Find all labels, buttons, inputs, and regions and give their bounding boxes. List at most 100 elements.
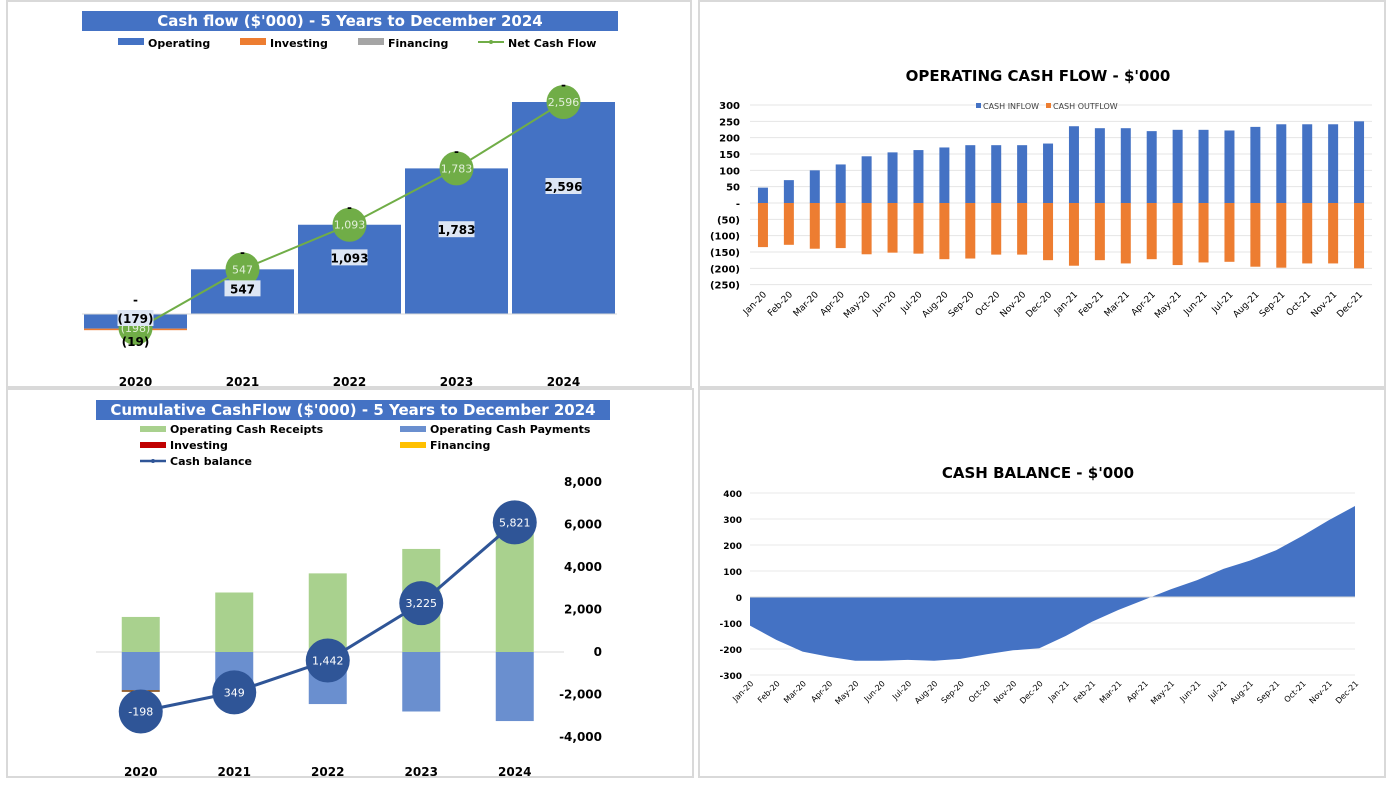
- bar-cash-inflow: [991, 145, 1002, 203]
- cash-balance-label: 3,225: [406, 597, 438, 610]
- bar-cash-outflow: [1224, 203, 1235, 262]
- legend-swatch: [400, 442, 426, 448]
- y-tick-label: -: [736, 199, 740, 210]
- legend-swatch: [118, 38, 144, 45]
- x-tick-label: Apr-20: [809, 679, 834, 704]
- x-tick-label: Dec-21: [1334, 679, 1361, 706]
- bar-operating-payments: [495, 652, 534, 722]
- bar-cash-inflow: [1224, 130, 1235, 203]
- cashflow-5y-panel: Cash flow ($'000) - 5 Years to December …: [6, 0, 692, 388]
- bar-cash-inflow: [887, 152, 898, 203]
- x-tick-label: Jun-20: [871, 290, 899, 318]
- y-tick-label: 250: [719, 117, 740, 128]
- x-tick-label: Oct-21: [1282, 679, 1307, 704]
- bar-cash-inflow: [965, 145, 976, 203]
- cash-balance-label: 5,821: [499, 516, 531, 529]
- legend-swatch-inflow: [976, 103, 981, 108]
- x-tick-label: Mar-20: [792, 290, 821, 319]
- legend-swatch: [240, 38, 266, 45]
- x-tick-label: 2022: [311, 765, 344, 778]
- x-tick-label: Sep-20: [940, 679, 966, 705]
- cash-balance-label: 1,442: [312, 655, 344, 668]
- bar-cash-outflow: [757, 203, 768, 248]
- x-tick-label: Jan-21: [1052, 290, 1080, 318]
- bar-cash-inflow: [1276, 124, 1287, 203]
- y-tick-label: 400: [723, 490, 742, 500]
- x-tick-label: Aug-20: [921, 290, 951, 320]
- legend-label: Operating: [148, 37, 210, 50]
- bar-cash-inflow: [939, 147, 950, 203]
- x-tick-label: May-20: [842, 290, 873, 321]
- bar-cash-inflow: [1094, 128, 1105, 203]
- y-tick-label: 50: [726, 183, 740, 194]
- x-tick-label: Nov-21: [1310, 290, 1340, 320]
- y-tick-label: (250): [710, 281, 740, 292]
- x-tick-label: Jun-21: [1182, 290, 1210, 318]
- y-tick-label: 4,000: [564, 560, 602, 574]
- financing-label: -: [454, 144, 459, 158]
- x-tick-label: 2022: [333, 375, 366, 388]
- chart-title: Cumulative CashFlow ($'000) - 5 Years to…: [110, 401, 595, 419]
- investing-label: (19): [122, 335, 150, 349]
- legend-label: Cash balance: [170, 455, 252, 468]
- bar-cash-outflow: [1276, 203, 1287, 268]
- financing-label: -: [133, 293, 138, 307]
- bar-cash-inflow: [913, 150, 924, 203]
- operating-label: 1,783: [438, 223, 476, 237]
- x-tick-label: Jun-21: [1177, 679, 1202, 704]
- x-tick-label: Feb-20: [766, 290, 795, 319]
- bar-cash-inflow: [783, 180, 794, 203]
- x-tick-label: May-21: [1149, 679, 1176, 706]
- x-tick-label: Feb-20: [756, 679, 782, 705]
- x-tick-label: 2024: [547, 375, 580, 388]
- cash-balance-chart: CASH BALANCE - $'000 400 300 200 100 0 -100 -20…: [719, 464, 1361, 706]
- y-tick-label: 8,000: [564, 475, 602, 489]
- bar-cash-outflow: [939, 203, 950, 260]
- legend-label: Operating Cash Receipts: [170, 423, 324, 436]
- y-tick-label: -300: [719, 672, 742, 682]
- x-tick-label: Aug-20: [913, 679, 940, 706]
- bar-cash-inflow: [1120, 128, 1131, 203]
- legend-swatch: [140, 426, 166, 432]
- x-tick-label: Jul-20: [890, 679, 913, 702]
- y-tick-label: 100: [723, 568, 742, 578]
- bar-cash-inflow: [1198, 129, 1209, 203]
- bar-cash-inflow: [835, 164, 846, 203]
- bar-cash-outflow: [1120, 203, 1131, 264]
- bar-cash-inflow: [1172, 129, 1183, 203]
- x-tick-label: Jun-20: [862, 679, 887, 704]
- y-tick-label: 300: [719, 101, 740, 112]
- legend-label: Operating Cash Payments: [430, 423, 591, 436]
- cumulative-cashflow-chart: Cumulative CashFlow ($'000) - 5 Years to…: [96, 400, 610, 778]
- legend-label: Financing: [388, 37, 448, 50]
- x-tick-label: Sep-20: [947, 290, 977, 320]
- cash-balance-label: -198: [128, 706, 153, 719]
- bar-cash-outflow: [1328, 203, 1339, 264]
- bar-operating-receipts: [215, 592, 254, 652]
- y-tick-label: -200: [719, 646, 742, 656]
- bar-cash-inflow: [1354, 121, 1365, 203]
- bar-cash-outflow: [783, 203, 794, 245]
- bar-operating-receipts: [495, 526, 534, 652]
- bar-cash-inflow: [757, 187, 768, 203]
- bar-cash-inflow: [1043, 143, 1054, 203]
- bar-cash-outflow: [1250, 203, 1261, 267]
- y-tick-label: (100): [710, 232, 740, 243]
- bar-cash-inflow: [1302, 124, 1313, 203]
- x-tick-label: Feb-21: [1072, 679, 1098, 705]
- x-tick-label: Nov-20: [992, 679, 1018, 705]
- net-cash-flow-label: 1,093: [334, 219, 366, 232]
- y-tick-label: 6,000: [564, 518, 602, 532]
- bar-cash-outflow: [1198, 203, 1209, 263]
- bar-cash-outflow: [861, 203, 872, 255]
- y-tick-label: 100: [719, 166, 740, 177]
- x-tick-label: Aug-21: [1232, 290, 1262, 320]
- x-tick-label: 2020: [124, 765, 157, 778]
- operating-label: 1,093: [331, 251, 369, 265]
- financing-label: -: [240, 245, 245, 259]
- financing-label: -: [561, 78, 566, 92]
- x-tick-label: Apr-21: [1125, 679, 1150, 704]
- x-tick-label: Nov-21: [1308, 679, 1334, 705]
- legend-marker: [489, 40, 493, 44]
- cashflow-5y-chart: Cash flow ($'000) - 5 Years to December …: [82, 11, 618, 388]
